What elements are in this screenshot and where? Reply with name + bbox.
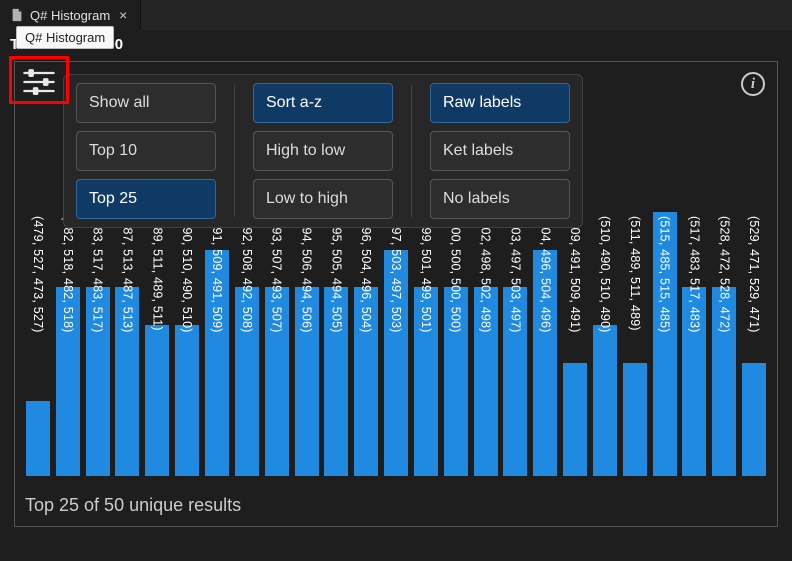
bar-label: (509, 491, 509, 491) <box>568 216 582 333</box>
tab-strip: Q# Histogram × <box>0 0 792 30</box>
bar-col: (493, 507, 493, 507) <box>264 212 290 476</box>
popup-separator <box>411 85 412 217</box>
bar-label: (511, 489, 511, 489) <box>628 216 642 331</box>
bar[interactable] <box>742 363 766 476</box>
bar-label: (492, 508, 492, 508) <box>240 216 254 333</box>
bar-label: (503, 497, 503, 497) <box>508 216 522 333</box>
bar-col: (503, 497, 503, 497) <box>503 212 529 476</box>
bar-col: (504, 496, 504, 496) <box>532 212 558 476</box>
bar-col: (509, 491, 509, 491) <box>562 212 588 476</box>
bar-label: (517, 483, 517, 483) <box>687 216 701 333</box>
results-summary: Top 25 of 50 unique results <box>25 495 241 516</box>
tab-tooltip: Q# Histogram <box>16 26 114 49</box>
bar-label: (502, 498, 502, 498) <box>479 216 493 333</box>
bar-col: (487, 513, 487, 513) <box>115 212 141 476</box>
sort-option-1[interactable]: High to low <box>253 131 393 171</box>
popup-separator <box>234 85 235 217</box>
bar-label: (493, 507, 493, 507) <box>270 216 284 333</box>
file-icon <box>10 8 24 22</box>
bar-col: (495, 505, 494, 505) <box>323 212 349 476</box>
bar[interactable] <box>563 363 587 476</box>
bar-label: (482, 518, 482, 518) <box>61 216 75 333</box>
bar-label: (496, 504, 496, 504) <box>359 216 373 333</box>
bar-col: (490, 510, 490, 510) <box>174 212 200 476</box>
bar-label: (479, 527, 473, 527) <box>31 216 45 333</box>
bar-label: (487, 513, 487, 513) <box>120 216 134 333</box>
bar-label: (515, 485, 515, 485) <box>658 216 672 333</box>
bar[interactable] <box>593 325 617 476</box>
bar-col: (511, 489, 511, 489) <box>622 212 648 476</box>
bar-col: (517, 483, 517, 483) <box>682 212 708 476</box>
bar-label: (497, 503, 497, 503) <box>389 216 403 333</box>
bar-label: (529, 471, 529, 471) <box>747 216 761 333</box>
bar-col: (502, 498, 502, 498) <box>473 212 499 476</box>
sort-option-0[interactable]: Sort a-z <box>253 83 393 123</box>
tab-label: Q# Histogram <box>30 8 110 23</box>
bar-label: (490, 510, 490, 510) <box>180 216 194 333</box>
bar-label: (510, 490, 510, 490) <box>598 216 612 333</box>
bar-col: (496, 504, 496, 504) <box>353 212 379 476</box>
bar-col: (492, 508, 492, 508) <box>234 212 260 476</box>
histogram-panel: i Show all Top 10 Top 25 Sort a-z High to l… <box>14 61 778 527</box>
bar-col: (479, 527, 473, 527) <box>25 212 51 476</box>
filter-option-1[interactable]: Top 10 <box>76 131 216 171</box>
total-shots-label: Total shots: 100 <box>0 30 792 57</box>
labelmode-option-0[interactable]: Raw labels <box>430 83 570 123</box>
bar-col: (499, 501, 499, 501) <box>413 212 439 476</box>
filter-group: Show all Top 10 Top 25 <box>76 83 216 219</box>
info-icon[interactable]: i <box>741 72 765 96</box>
bar-col: (489, 511, 489, 511) <box>144 212 170 476</box>
bar-col: (482, 518, 482, 518) <box>55 212 81 476</box>
bar-label: (489, 511, 489, 511) <box>150 216 164 331</box>
sort-option-2[interactable]: Low to high <box>253 179 393 219</box>
bar[interactable] <box>175 325 199 476</box>
bar[interactable] <box>26 401 50 476</box>
labels-group: Raw labels Ket labels No labels <box>430 83 570 219</box>
chart-area: (479, 527, 473, 527) (482, 518, 482, 518)… <box>25 212 767 476</box>
bar-label: (500, 500, 500, 500) <box>449 216 463 333</box>
filter-option-0[interactable]: Show all <box>76 83 216 123</box>
bar-col: (491, 509, 491, 509) <box>204 212 230 476</box>
bar-col: (497, 503, 497, 503) <box>383 212 409 476</box>
settings-icon[interactable] <box>19 64 59 100</box>
bar[interactable] <box>623 363 647 476</box>
bar[interactable] <box>145 325 169 476</box>
sort-group: Sort a-z High to low Low to high <box>253 83 393 219</box>
labelmode-option-1[interactable]: Ket labels <box>430 131 570 171</box>
bar-label: (495, 505, 494, 505) <box>329 216 343 333</box>
bar-col: (510, 490, 510, 490) <box>592 212 618 476</box>
bar-label: (494, 506, 494, 506) <box>300 216 314 333</box>
bar-label: (499, 501, 499, 501) <box>419 216 433 333</box>
bar-col: (500, 500, 500, 500) <box>443 212 469 476</box>
bar-col: (528, 472, 528, 472) <box>711 212 737 476</box>
bar-label: (483, 517, 483, 517) <box>91 216 105 333</box>
bar-label: (528, 472, 528, 472) <box>717 216 731 333</box>
bar-col: (483, 517, 483, 517) <box>85 212 111 476</box>
bar-col: (494, 506, 494, 506) <box>294 212 320 476</box>
labelmode-option-2[interactable]: No labels <box>430 179 570 219</box>
bar-col: (515, 485, 515, 485) <box>652 212 678 476</box>
bar-label: (491, 509, 491, 509) <box>210 216 224 333</box>
bar-label: (504, 496, 504, 496) <box>538 216 552 333</box>
options-popup: Show all Top 10 Top 25 Sort a-z High to low… <box>63 74 583 228</box>
bar-col: (529, 471, 529, 471) <box>741 212 767 476</box>
filter-option-2[interactable]: Top 25 <box>76 179 216 219</box>
close-icon[interactable]: × <box>116 7 130 23</box>
